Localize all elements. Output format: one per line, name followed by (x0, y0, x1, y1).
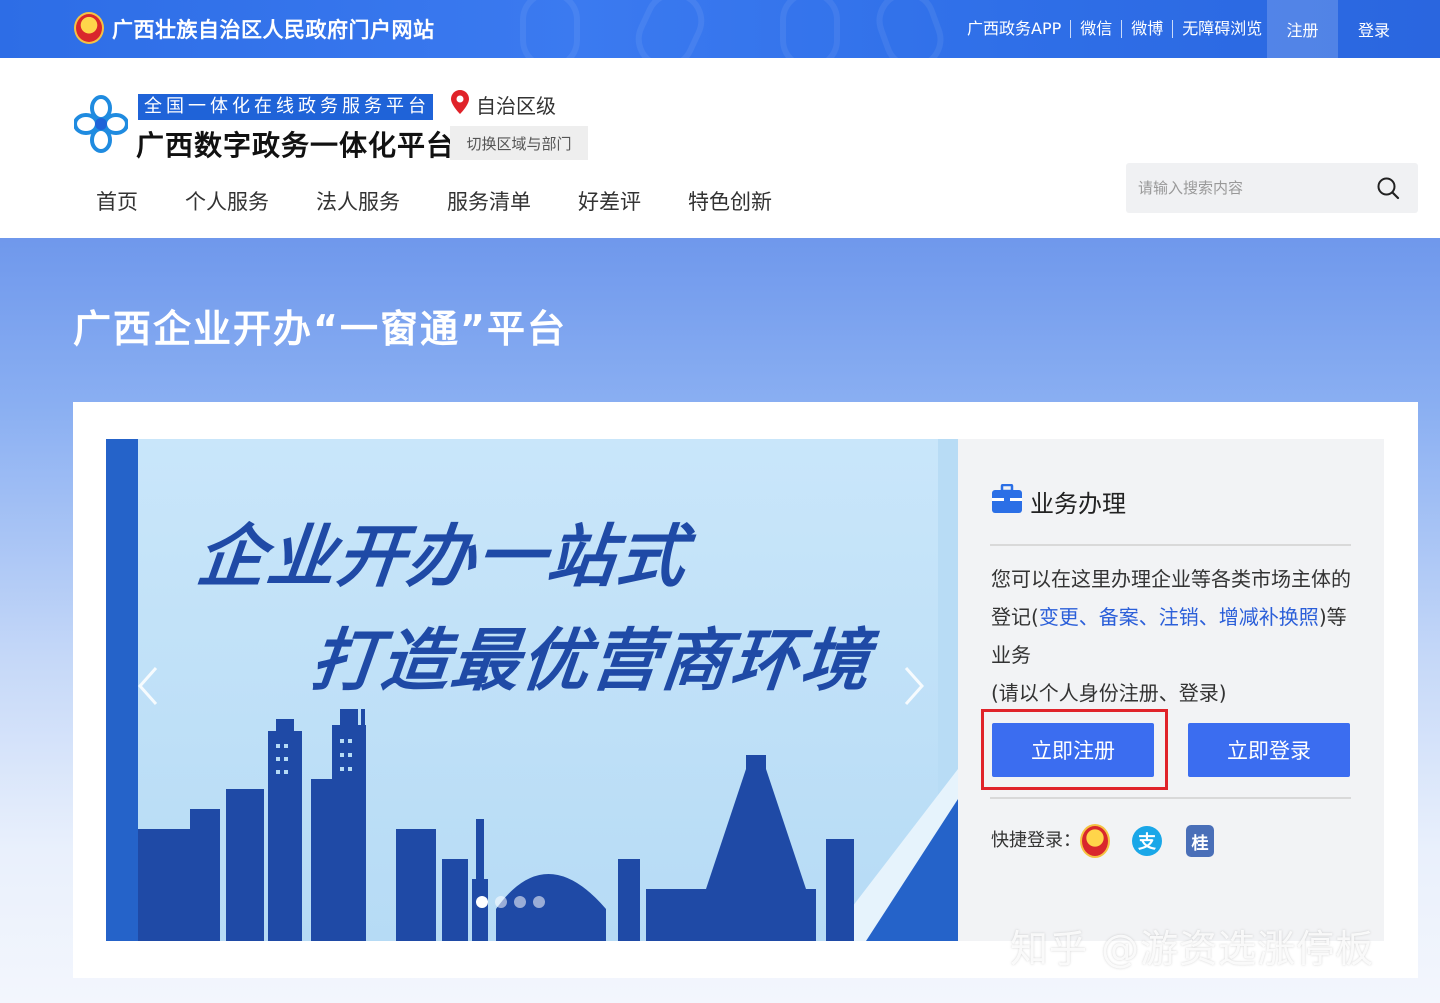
search-input[interactable] (1126, 163, 1366, 213)
top-link-app[interactable]: 广西政务APP (958, 20, 1072, 38)
banner-headline-2: 打造最优营商环境 (307, 622, 876, 701)
platform-logo-icon[interactable] (74, 94, 128, 154)
carousel-prev-icon[interactable] (136, 664, 160, 708)
decor-pattern (625, 0, 715, 58)
nav-rating[interactable]: 好差评 (578, 186, 641, 216)
decor-pattern (868, 0, 952, 58)
desc-links[interactable]: 变更、备案、注销、增减补换照 (1039, 605, 1319, 629)
top-link-weibo[interactable]: 微博 (1122, 20, 1174, 38)
carousel-dot[interactable] (495, 896, 507, 908)
alipay-icon[interactable]: 支 (1132, 826, 1162, 856)
top-link-wechat[interactable]: 微信 (1071, 20, 1123, 38)
nav-service-list[interactable]: 服务清单 (447, 186, 531, 216)
main-nav: 首页 个人服务 法人服务 服务清单 好差评 特色创新 (96, 186, 819, 216)
banner-carousel[interactable]: 企业开办一站式 打造最优营商环境 (106, 439, 958, 941)
guangxi-app-icon[interactable]: 桂 (1186, 825, 1214, 857)
carousel-next-icon[interactable] (902, 664, 926, 708)
desc-note: (请以个人身份注册、登录) (991, 681, 1227, 705)
quick-login-label: 快捷登录： (991, 830, 1081, 851)
region-label: 自治区级 (476, 94, 556, 118)
nav-personal-services[interactable]: 个人服务 (185, 186, 269, 216)
carousel-dot[interactable] (476, 896, 488, 908)
search-icon[interactable] (1376, 176, 1400, 200)
top-register-button[interactable]: 注册 (1267, 0, 1338, 58)
divider (990, 544, 1351, 546)
carousel-dot[interactable] (533, 896, 545, 908)
gov-emblem-icon[interactable] (1080, 824, 1110, 858)
nav-corporate-services[interactable]: 法人服务 (316, 186, 400, 216)
watermark: 知乎 @游资选涨停板 (1010, 927, 1375, 971)
platform-slogan: 全国一体化在线政务服务平台 (138, 94, 433, 120)
hero-title: 广西企业开办“一窗通”平台 (73, 307, 567, 351)
national-emblem-icon (74, 12, 104, 44)
top-login-button[interactable]: 登录 (1338, 0, 1410, 58)
banner-headline-1: 企业开办一站式 (193, 518, 692, 597)
top-links: 广西政务APP 微信 微博 无障碍浏览 (958, 0, 1271, 58)
site-title[interactable]: 广西壮族自治区人民政府门户网站 (112, 14, 435, 44)
carousel-dot[interactable] (514, 896, 526, 908)
carousel-dots (476, 896, 545, 908)
divider (990, 797, 1351, 799)
panel-description: 您可以在这里办理企业等各类市场主体的登记(变更、备案、注销、增减补换照)等业务 … (991, 560, 1351, 712)
register-now-button[interactable]: 立即注册 (992, 723, 1154, 777)
decor-pattern (780, 0, 840, 58)
nav-home[interactable]: 首页 (96, 186, 138, 216)
location-pin-icon (451, 90, 469, 114)
panel-title: 业务办理 (1030, 490, 1126, 518)
login-now-button[interactable]: 立即登录 (1188, 723, 1350, 777)
switch-region-button[interactable]: 切换区域与部门 (450, 126, 588, 160)
briefcase-icon (992, 484, 1022, 513)
nav-innovation[interactable]: 特色创新 (688, 186, 772, 216)
platform-name[interactable]: 广西数字政务一体化平台 (136, 124, 455, 164)
search-box (1126, 163, 1418, 213)
top-link-accessibility[interactable]: 无障碍浏览 (1173, 20, 1271, 38)
decor-pattern (520, 0, 580, 58)
